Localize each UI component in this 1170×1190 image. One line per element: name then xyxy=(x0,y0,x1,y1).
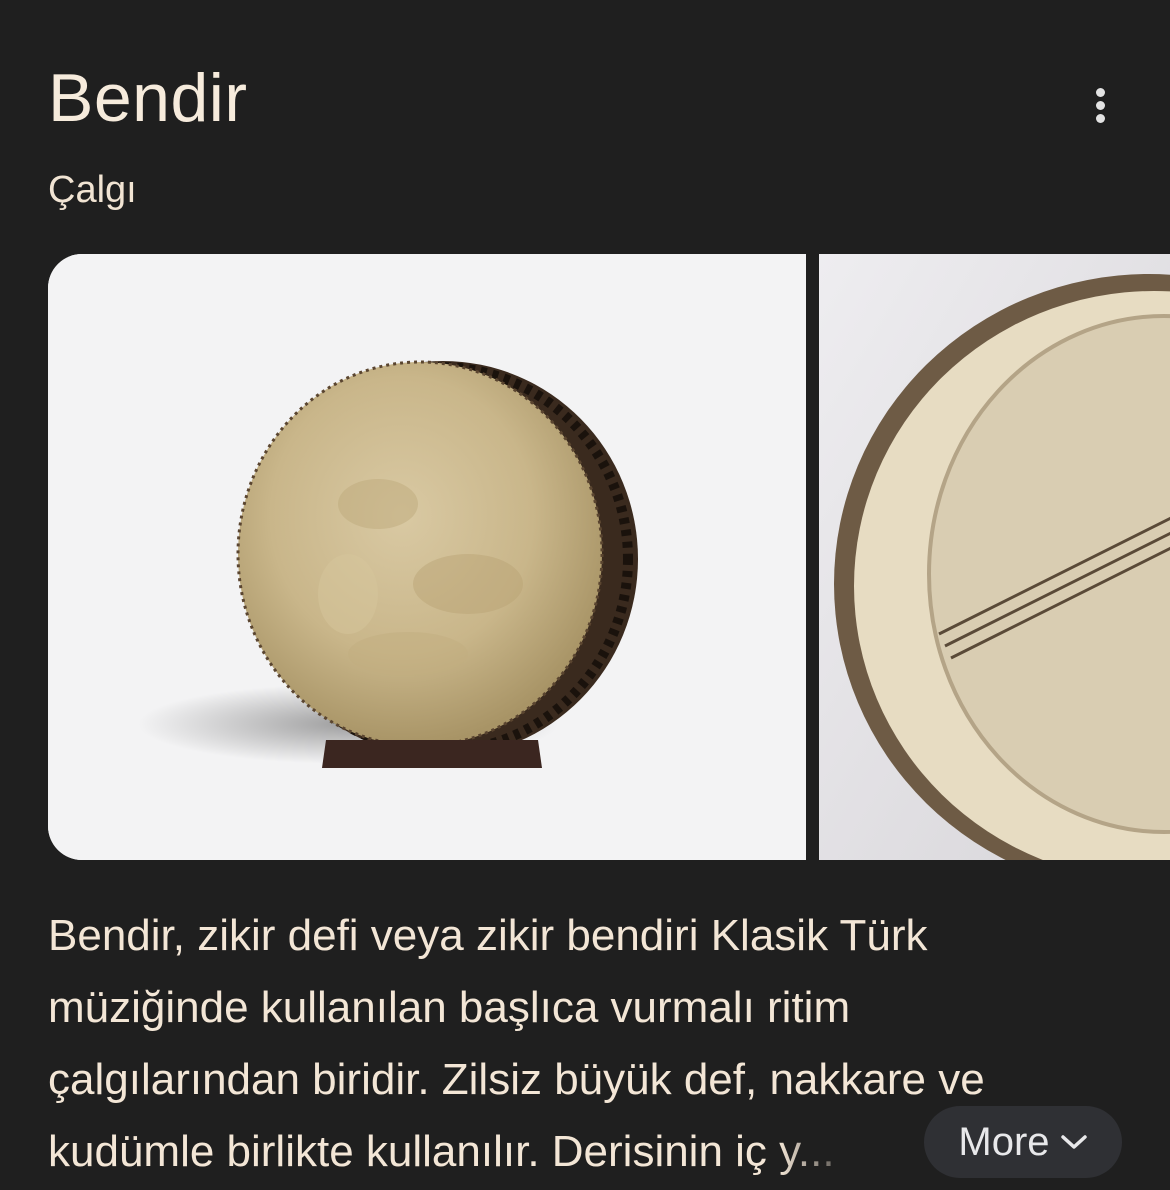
image-bendir-interior[interactable] xyxy=(819,254,1170,860)
description-fade-text: y... xyxy=(779,1127,835,1176)
description-line-text: kudümle birlikte kullanılır. Derisinin i… xyxy=(48,1127,780,1176)
panel-title: Bendir xyxy=(48,60,248,136)
panel-subtitle: Çalgı xyxy=(48,169,137,211)
chevron-down-icon xyxy=(1060,1135,1087,1149)
image-carousel[interactable] xyxy=(48,254,1170,860)
knowledge-panel: Bendir Çalgı Bendir, zikir defi veya zik… xyxy=(0,0,1170,1190)
description-line: müziğinde kullanılan başlıca vurmalı rit… xyxy=(48,983,851,1032)
bendir-drum-image xyxy=(48,254,806,860)
image-bendir-on-stand[interactable] xyxy=(48,254,806,860)
more-options-button[interactable] xyxy=(1078,80,1122,130)
more-button[interactable]: More xyxy=(924,1106,1122,1178)
description-line: Bendir, zikir defi veya zikir bendiri Kl… xyxy=(48,911,928,960)
more-button-label: More xyxy=(958,1119,1050,1164)
bendir-interior-image xyxy=(819,254,1170,860)
description-line: çalgılarından biridir. Zilsiz büyük def,… xyxy=(48,1055,985,1104)
